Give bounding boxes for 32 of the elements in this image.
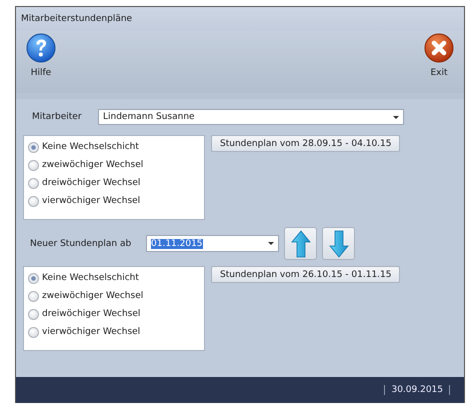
down-button[interactable] — [322, 227, 355, 260]
up-button[interactable] — [284, 227, 317, 260]
date-dropdown[interactable]: 01.11.2015 — [146, 235, 279, 252]
radio-label: vierwöchiger Wechsel — [42, 327, 140, 337]
radio-label: vierwöchiger Wechsel — [42, 196, 140, 206]
radio-button[interactable] — [28, 272, 39, 284]
window-title: Mitarbeiterstundenpläne — [21, 14, 132, 24]
radio-button[interactable] — [28, 290, 39, 302]
radio-label: Keine Wechselschicht — [42, 142, 139, 152]
status-date: 30.09.2015 — [384, 385, 450, 395]
radio-button[interactable] — [28, 196, 39, 206]
up-arrow-icon — [290, 230, 310, 258]
help-icon — [26, 33, 56, 63]
field-label: Neuer Stundenplan ab — [29, 238, 132, 248]
radio-label: zweiwöchiger Wechsel — [42, 291, 144, 301]
radio-label: dreiwöchiger Wechsel — [42, 309, 140, 319]
radio-button[interactable] — [28, 160, 39, 170]
close-icon — [424, 33, 454, 63]
schedule-button[interactable]: Stundenplan vom 28.09.15 - 04.10.15 — [211, 135, 400, 152]
help-button[interactable]: Hilfe — [24, 31, 58, 80]
radio-label: dreiwöchiger Wechsel — [42, 178, 140, 188]
radio-label: zweiwöchiger Wechsel — [42, 160, 144, 170]
field-label: Mitarbeiter — [31, 112, 83, 122]
radio-label: Keine Wechselschicht — [42, 273, 139, 283]
employee-dropdown[interactable]: Lindemann Susanne — [98, 109, 404, 125]
radio-button[interactable] — [28, 326, 39, 338]
radio-button[interactable] — [28, 178, 39, 188]
exit-button[interactable]: Exit — [422, 31, 456, 80]
down-arrow-icon — [328, 230, 348, 258]
schedule-button[interactable]: Stundenplan vom 26.10.15 - 01.11.15 — [211, 266, 400, 283]
radio-button[interactable] — [28, 308, 39, 320]
radio-button[interactable] — [28, 142, 39, 152]
